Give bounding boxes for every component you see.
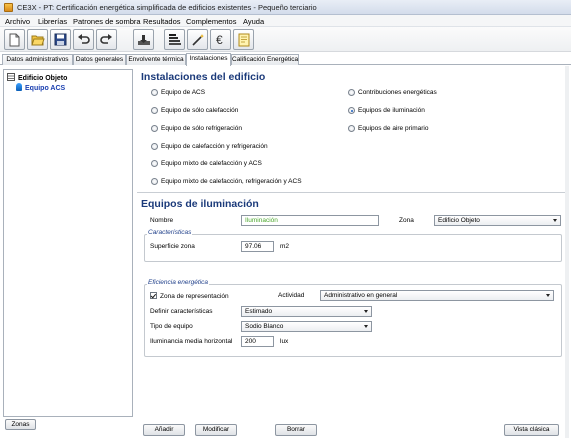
radio-mixto-calefaccion-refrigeracion-acs[interactable]: Equipo mixto de calefacción, refrigeraci…	[151, 178, 302, 185]
tab-datos-administrativos[interactable]: Datos administrativos	[2, 54, 73, 65]
radio-equipos-iluminacion[interactable]: Equipos de iluminación	[348, 107, 425, 114]
actividad-select[interactable]: Administrativo en general	[320, 290, 554, 301]
menu-complementos[interactable]: Complementos	[186, 17, 236, 26]
iluminancia-label: Iluminancia media horizontal	[150, 338, 233, 345]
menu-librerias[interactable]: Librerías	[38, 17, 67, 26]
superficie-label: Superficie zona	[150, 243, 195, 250]
installations-tree-panel: Edificio Objeto Equipo ACS	[3, 69, 133, 417]
chart-icon[interactable]	[164, 29, 185, 50]
magic-wand-icon[interactable]	[187, 29, 208, 50]
add-button[interactable]: Añadir	[143, 424, 185, 436]
euro-icon[interactable]: €	[210, 29, 231, 50]
tab-datos-generales[interactable]: Datos generales	[73, 54, 126, 65]
toolbar: €	[0, 27, 571, 52]
nombre-label: Nombre	[150, 217, 174, 224]
menu-patrones-sombra[interactable]: Patrones de sombra	[73, 17, 141, 26]
radio-solo-refrigeracion[interactable]: Equipo de sólo refrigeración	[151, 125, 242, 132]
tab-envolvente-termica[interactable]: Envolvente térmica	[126, 54, 186, 65]
chevron-down-icon	[546, 294, 550, 297]
zona-representacion-checkbox[interactable]	[150, 292, 157, 299]
building-icon	[7, 73, 15, 81]
svg-text:€: €	[216, 33, 223, 46]
new-file-icon[interactable]	[4, 29, 25, 50]
right-edge	[565, 66, 569, 438]
save-icon[interactable]	[50, 29, 71, 50]
tab-strip: Datos administrativos Datos generales En…	[0, 53, 571, 66]
superficie-input[interactable]: 97.06	[241, 241, 274, 252]
iluminancia-input[interactable]: 200	[241, 336, 274, 347]
actividad-label: Actividad	[278, 292, 305, 299]
chevron-down-icon	[364, 310, 368, 313]
radio-calefaccion-refrigeracion[interactable]: Equipo de calefacción y refrigeración	[151, 143, 268, 150]
iluminacion-heading: Equipos de iluminación	[141, 198, 259, 210]
window-title: CE3X - PT: Certificación energética simp…	[17, 3, 317, 12]
report-icon[interactable]	[233, 29, 254, 50]
tab-calificacion-energetica[interactable]: Calificación Energética	[231, 54, 299, 65]
tab-instalaciones[interactable]: Instalaciones	[186, 53, 231, 66]
eficiencia-title: Eficiencia energética	[147, 279, 209, 286]
open-folder-icon[interactable]	[27, 29, 48, 50]
caracteristicas-group	[144, 234, 562, 262]
superficie-unit: m2	[280, 243, 290, 250]
classic-view-button[interactable]: Vista clásica	[504, 424, 559, 436]
tree-item-equipo-acs[interactable]: Equipo ACS	[16, 83, 65, 92]
caracteristicas-title: Características	[147, 229, 193, 236]
water-drop-icon	[16, 83, 22, 91]
zona-representacion-label: Zona de representación	[160, 293, 229, 300]
radio-equipos-aire-primario[interactable]: Equipos de aire primario	[348, 125, 428, 132]
definir-caracteristicas-label: Definir características	[150, 308, 213, 315]
tipo-equipo-select[interactable]: Sodio Blanco	[241, 321, 372, 332]
menu-resultados[interactable]: Resultados	[143, 17, 181, 26]
section-divider	[137, 192, 568, 193]
definir-caracteristicas-select[interactable]: Estimado	[241, 306, 372, 317]
radio-mixto-calefaccion-acs[interactable]: Equipo mixto de calefacción y ACS	[151, 160, 262, 167]
redo-icon[interactable]	[96, 29, 117, 50]
radio-contribuciones-energeticas[interactable]: Contribuciones energéticas	[348, 89, 437, 96]
app-icon	[4, 3, 13, 12]
nombre-input[interactable]: Iluminación	[241, 215, 379, 226]
menu-ayuda[interactable]: Ayuda	[243, 17, 264, 26]
zona-select[interactable]: Edificio Objeto	[434, 215, 561, 226]
tree-root-edificio-objeto[interactable]: Edificio Objeto	[7, 73, 67, 82]
title-bar: CE3X - PT: Certificación energética simp…	[0, 0, 571, 15]
chevron-down-icon	[364, 325, 368, 328]
import-icon[interactable]	[133, 29, 154, 50]
undo-icon[interactable]	[73, 29, 94, 50]
zona-label: Zona	[399, 217, 414, 224]
delete-button[interactable]: Borrar	[275, 424, 317, 436]
iluminancia-unit: lux	[280, 338, 289, 345]
instalaciones-heading: Instalaciones del edificio	[141, 71, 266, 83]
chevron-down-icon	[553, 219, 557, 222]
tipo-equipo-label: Tipo de equipo	[150, 323, 193, 330]
radio-solo-calefaccion[interactable]: Equipo de sólo calefacción	[151, 107, 238, 114]
menu-bar: Archivo Librerías Patrones de sombra Res…	[0, 15, 571, 27]
radio-equipo-acs[interactable]: Equipo de ACS	[151, 89, 205, 96]
menu-archivo[interactable]: Archivo	[5, 17, 30, 26]
zonas-button[interactable]: Zonas	[5, 419, 36, 430]
modify-button[interactable]: Modificar	[195, 424, 237, 436]
